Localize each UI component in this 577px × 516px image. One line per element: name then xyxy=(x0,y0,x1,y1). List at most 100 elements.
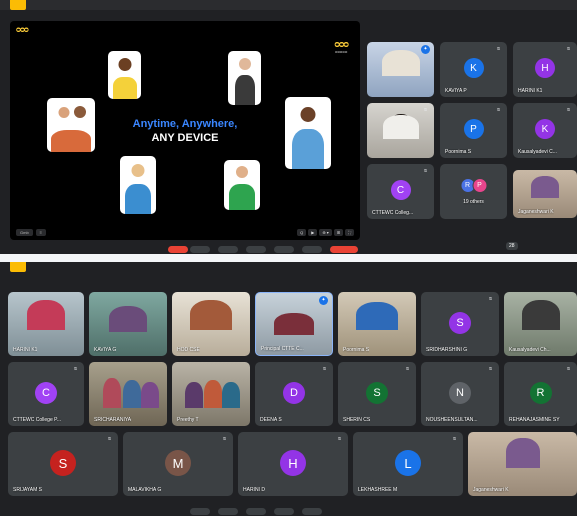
mic-off-icon: ⦸ xyxy=(405,366,410,372)
avatar: C xyxy=(35,382,57,404)
participant-tile[interactable]: ⦸ M MALAVIKHA G xyxy=(123,432,233,496)
avatar: K xyxy=(463,58,484,78)
meet-screenshot-bottom: HARINI K1 KAVIYA G HOD CSE ✦ Principal C… xyxy=(0,262,577,516)
avatar: H xyxy=(535,58,555,78)
control-button[interactable] xyxy=(168,246,188,253)
participant-name: Poornima S xyxy=(343,347,370,353)
control-button[interactable] xyxy=(302,246,322,253)
photo-man-suit xyxy=(228,51,261,105)
participant-name: Jaganeshwari K xyxy=(473,487,509,493)
pin-icon: ✦ xyxy=(421,45,430,54)
avatar: L xyxy=(395,450,421,476)
participant-tile[interactable]: ⦸ K Kausalyadevi C... xyxy=(513,103,577,158)
participant-name: Poornima S xyxy=(445,149,472,155)
mic-off-icon: ⦸ xyxy=(452,436,457,442)
mic-off-icon: ⦸ xyxy=(423,168,428,174)
play-icon[interactable]: ▶ xyxy=(308,229,318,236)
control-button[interactable] xyxy=(274,246,294,253)
fullscreen-icon[interactable]: ⛶ xyxy=(345,229,354,236)
participant-tile[interactable]: ⦸ K KAVIYA P xyxy=(440,42,507,97)
control-button[interactable] xyxy=(302,508,322,515)
participant-tile[interactable]: ⦸ R REHANAJASMINE SY xyxy=(504,362,577,426)
photo-man-green xyxy=(224,160,260,210)
mic-off-icon: ⦸ xyxy=(488,296,493,302)
tagline-line1: Anytime, Anywhere, xyxy=(132,118,238,130)
participant-name: MALAVIKHA G xyxy=(128,487,162,493)
zoom-icon[interactable]: Q xyxy=(297,229,307,236)
presentation-tagline: Anytime, Anywhere, ANY DEVICE xyxy=(10,118,360,144)
participant-tile[interactable]: Poornima S xyxy=(338,292,416,356)
top-bar xyxy=(0,262,577,288)
grid-icon[interactable]: ⊞ xyxy=(333,229,344,236)
control-button[interactable] xyxy=(190,246,210,253)
mic-off-icon: ⦸ xyxy=(566,46,571,52)
zoom-level-control[interactable]: ⊕ ▾ xyxy=(319,229,332,236)
mic-off-icon: ⦸ xyxy=(496,46,501,52)
slide-menu-button[interactable]: Gmb xyxy=(16,229,33,236)
control-button[interactable] xyxy=(246,246,266,253)
participant-tile[interactable]: Jaganeshwari K xyxy=(513,170,577,218)
participant-count-badge[interactable]: 28 xyxy=(506,242,518,250)
avatar: R xyxy=(529,382,552,404)
photo-woman-tablet xyxy=(120,156,156,214)
presentation-controls-left: Gmb ≡ xyxy=(16,229,47,236)
participant-tile[interactable]: ⦸ P Poornima S xyxy=(440,103,507,158)
participant-tile[interactable]: HOD CSE xyxy=(172,292,250,356)
separator xyxy=(0,254,577,262)
participant-tile[interactable]: Jaganeshwari K xyxy=(468,432,577,496)
mic-off-icon: ⦸ xyxy=(222,436,227,442)
participant-name: Jaganeshwari K xyxy=(518,209,554,215)
participant-tile[interactable]: Preethy T xyxy=(172,362,250,426)
participant-tile[interactable]: ⦸ S SRIDHARSHINI G xyxy=(421,292,499,356)
participant-tile[interactable]: ⦸ H HARINI D xyxy=(238,432,348,496)
recording-tag xyxy=(10,262,26,272)
participant-tile[interactable]: ⦸ D DEENA S xyxy=(255,362,333,426)
participant-tile[interactable]: KAVIYA G xyxy=(89,292,167,356)
avatar: K xyxy=(535,119,555,139)
participant-name: SRIJAYAM S xyxy=(13,487,42,493)
participant-tile[interactable]: ✦ Principal CTTE C... xyxy=(255,292,333,356)
slide-list-button[interactable]: ≡ xyxy=(35,229,47,236)
participant-name: Principal CTTE C... xyxy=(261,346,304,352)
participant-tile[interactable]: ⦸ N NOUSHEENSULTAN... xyxy=(421,362,499,426)
meet-control-bar xyxy=(0,508,577,516)
participant-tile[interactable]: ⦸ C CTTEWC Colleg... xyxy=(367,164,434,219)
participant-tile[interactable]: ⦸ xyxy=(367,103,434,158)
presentation-screen[interactable]: ᴑᴑᴑ ᴑᴑᴑ ᴑᴑᴑᴑᴑ Anytime, Anywhere, ANY DEV… xyxy=(10,21,360,240)
participant-tile[interactable]: ⦸ H HARINI K1 xyxy=(513,42,577,97)
participant-tile[interactable]: ⦸ S SRIJAYAM S xyxy=(8,432,118,496)
participant-name: KAVIYA G xyxy=(94,347,117,353)
control-button[interactable] xyxy=(330,246,358,253)
avatar: P xyxy=(472,178,487,193)
participant-name: HARINI D xyxy=(243,487,265,493)
meet-screenshot-top: ᴑᴑᴑ ᴑᴑᴑ ᴑᴑᴑᴑᴑ Anytime, Anywhere, ANY DEV… xyxy=(0,0,577,254)
participant-name: Kausalyadevi Ch... xyxy=(509,347,551,353)
participant-tile[interactable]: ⦸ C CTTEWC College P... xyxy=(8,362,84,426)
control-button[interactable] xyxy=(274,508,294,515)
control-button[interactable] xyxy=(190,508,210,515)
participant-name: CTTEWC College P... xyxy=(13,417,61,423)
participant-tile[interactable]: ✦ xyxy=(367,42,434,97)
control-button[interactable] xyxy=(218,246,238,253)
participant-tile[interactable]: Kausalyadevi Ch... xyxy=(504,292,577,356)
participant-name: LEKHASHREE M xyxy=(358,487,398,493)
avatar: D xyxy=(283,382,305,404)
participant-tile[interactable]: HARINI K1 xyxy=(8,292,84,356)
others-avatars: R P xyxy=(460,178,487,193)
participant-name: Kausalyadevi C... xyxy=(518,149,557,155)
avatar: C xyxy=(390,180,411,200)
presentation-logo: ᴑᴑᴑ xyxy=(16,25,29,34)
mic-off-icon: ⦸ xyxy=(337,436,342,442)
others-tile[interactable]: R P 19 others xyxy=(440,164,507,219)
avatar: S xyxy=(449,312,471,334)
participant-tile[interactable]: ⦸ S SHERIN CS xyxy=(338,362,416,426)
participant-tile[interactable]: SRICHARANIYA xyxy=(89,362,167,426)
control-button[interactable] xyxy=(218,508,238,515)
participant-tile[interactable]: ⦸ L LEKHASHREE M xyxy=(353,432,463,496)
participant-name: HARINI K1 xyxy=(13,347,38,353)
participant-name: NOUSHEENSULTAN... xyxy=(426,417,478,423)
logo-right-mark: ᴑᴑᴑ xyxy=(334,39,349,49)
control-button[interactable] xyxy=(246,508,266,515)
meet-control-bar: 28 xyxy=(0,242,577,254)
participant-name: SRIDHARSHINI G xyxy=(426,347,468,353)
